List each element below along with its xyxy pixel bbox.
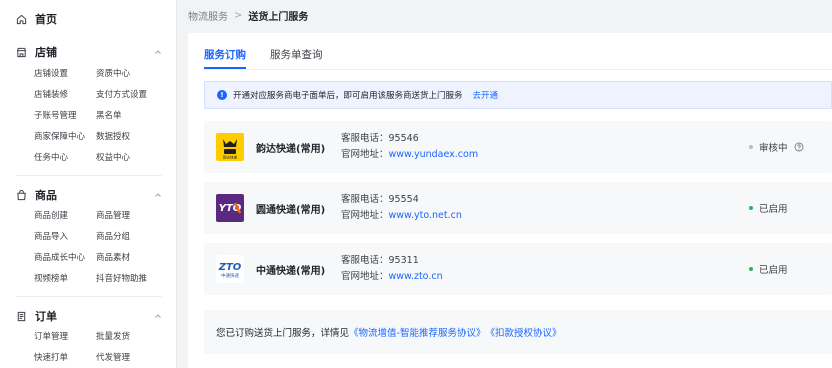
status-text: 审核中 xyxy=(759,143,788,154)
site-label: 官网地址： xyxy=(341,149,389,160)
phone-label: 客服电话： xyxy=(341,133,389,144)
site-link[interactable]: www.yto.net.cn xyxy=(389,210,462,221)
svg-text:ZTO: ZTO xyxy=(218,262,242,273)
help-circle-icon[interactable] xyxy=(794,142,804,152)
sidebar-item-store-decoration[interactable]: 店铺装修 xyxy=(34,85,96,106)
sidebar-item-store-settings[interactable]: 店铺设置 xyxy=(34,64,96,85)
sidebar-item-task-center[interactable]: 任务中心 xyxy=(34,148,96,169)
breadcrumb-parent[interactable]: 物流服务 xyxy=(188,8,228,23)
sidebar-item-goods-create[interactable]: 商品创建 xyxy=(34,206,96,227)
status-dot xyxy=(749,145,753,149)
provider-row: ZTO 中通快递 中通快递(常用) 客服电话：95311 官网地址：www.zt… xyxy=(204,243,832,295)
sidebar-item-home-label: 首页 xyxy=(35,13,57,26)
sidebar-item-goods-growth[interactable]: 商品成长中心 xyxy=(34,248,96,269)
sidebar-item-qualification[interactable]: 资质中心 xyxy=(96,64,170,85)
sidebar-item-blacklist[interactable]: 黑名单 xyxy=(96,106,170,127)
sidebar-item-video-rank[interactable]: 视频榜单 xyxy=(34,269,96,290)
phone-label: 客服电话： xyxy=(341,255,389,266)
provider-name: 韵达快递(常用) xyxy=(256,144,326,155)
chevron-up-icon[interactable] xyxy=(154,191,162,199)
sidebar-section-goods[interactable]: 商品 xyxy=(16,185,162,205)
phone-value: 95554 xyxy=(388,194,419,205)
agreement-text: 您已订购送货上门服务，详情见 xyxy=(216,328,350,339)
status-dot xyxy=(749,267,753,271)
sidebar-item-rights-center[interactable]: 权益中心 xyxy=(96,148,170,169)
sidebar-item-data-auth[interactable]: 数据授权 xyxy=(96,127,170,148)
svg-text:韵达快递: 韵达快递 xyxy=(223,155,237,160)
status-dot xyxy=(749,206,753,210)
sidebar-item-goods-material[interactable]: 商品素材 xyxy=(96,248,170,269)
provider-contact: 客服电话：95554 官网地址：www.yto.net.cn xyxy=(341,192,462,224)
sidebar-item-goods-group[interactable]: 商品分组 xyxy=(96,227,170,248)
provider-name: 圆通快递(常用) xyxy=(256,205,326,216)
tab-bar: 服务订购 服务单查询 xyxy=(204,45,323,69)
sidebar-item-payment-settings[interactable]: 支付方式设置 xyxy=(96,85,170,106)
sidebar-item-batch-ship[interactable]: 批量发货 xyxy=(96,327,170,348)
breadcrumb-separator: > xyxy=(234,9,243,21)
order-icon xyxy=(16,311,27,322)
notice-text: 开通对应服务商电子面单后，即可启用该服务商送货上门服务 xyxy=(233,91,463,101)
sidebar-store-items: 店铺设置 资质中心 店铺装修 支付方式设置 子账号管理 黑名单 商家保障中心 数… xyxy=(34,64,170,169)
info-icon: ! xyxy=(217,90,227,100)
sidebar-item-goods-import[interactable]: 商品导入 xyxy=(34,227,96,248)
sidebar-divider xyxy=(16,175,162,176)
sidebar: 首页 店铺 店铺设置 资质中心 店铺装修 支付方式设置 子账号管理 黑名单 商家… xyxy=(0,0,177,368)
breadcrumb-current: 送货上门服务 xyxy=(248,11,309,23)
status-text: 已启用 xyxy=(759,265,788,276)
sidebar-divider xyxy=(16,296,162,297)
sidebar-item-home[interactable]: 首页 xyxy=(16,9,57,29)
sidebar-section-goods-title: 商品 xyxy=(35,189,57,202)
site-label: 官网地址： xyxy=(341,271,389,282)
sidebar-section-order[interactable]: 订单 xyxy=(16,306,162,326)
tab-service-query[interactable]: 服务单查询 xyxy=(270,45,323,69)
sidebar-item-subaccount[interactable]: 子账号管理 xyxy=(34,106,96,127)
status-badge: 已启用 xyxy=(749,262,788,276)
site-label: 官网地址： xyxy=(341,210,389,221)
tab-divider xyxy=(204,69,832,70)
svg-text:中通快递: 中通快递 xyxy=(221,272,239,279)
provider-contact: 客服电话：95311 官网地址：www.zto.cn xyxy=(341,253,443,285)
provider-name: 中通快递(常用) xyxy=(256,266,326,277)
sidebar-goods-items: 商品创建 商品管理 商品导入 商品分组 商品成长中心 商品素材 视频榜单 抖音好… xyxy=(34,206,170,290)
yunda-logo: 韵达快递 xyxy=(216,133,244,161)
sidebar-section-store-title: 店铺 xyxy=(35,46,57,59)
status-badge: 已启用 xyxy=(749,201,788,215)
agreement-bar: 您已订购送货上门服务，详情见 《物流增值-智能推荐服务协议》 《扣款授权协议》 xyxy=(204,310,832,354)
store-icon xyxy=(16,47,27,58)
sidebar-item-quick-print[interactable]: 快速打单 xyxy=(34,348,96,368)
phone-value: 95546 xyxy=(388,133,419,144)
chevron-up-icon[interactable] xyxy=(154,312,162,320)
sidebar-section-order-title: 订单 xyxy=(35,310,57,323)
agreement-link-deduction[interactable]: 《扣款授权协议》 xyxy=(485,325,561,339)
breadcrumb: 物流服务 > 送货上门服务 xyxy=(188,7,308,23)
notice-open-link[interactable]: 去开通 xyxy=(473,89,499,101)
sidebar-section-store[interactable]: 店铺 xyxy=(16,42,162,62)
provider-row: 韵达快递 韵达快递(常用) 客服电话：95546 官网地址：www.yundae… xyxy=(204,121,832,173)
tab-service-order[interactable]: 服务订购 xyxy=(204,45,246,69)
site-link[interactable]: www.yundaex.com xyxy=(389,149,479,160)
notice-banner: ! 开通对应服务商电子面单后，即可启用该服务商送货上门服务 去开通 xyxy=(204,81,832,109)
provider-row: YTO 圆通快递(常用) 客服电话：95554 官网地址：www.yto.net… xyxy=(204,182,832,234)
status-badge: 审核中 xyxy=(749,140,804,154)
home-icon xyxy=(16,14,27,25)
sidebar-order-items: 订单管理 批量发货 快速打单 代发管理 xyxy=(34,327,170,368)
sidebar-item-order-manage[interactable]: 订单管理 xyxy=(34,327,96,348)
phone-label: 客服电话： xyxy=(341,194,389,205)
sidebar-item-merchant-guarantee[interactable]: 商家保障中心 xyxy=(34,127,96,148)
goods-icon xyxy=(16,189,27,201)
site-link[interactable]: www.zto.cn xyxy=(389,271,443,282)
sidebar-item-dropship[interactable]: 代发管理 xyxy=(96,348,170,368)
sidebar-item-douyin-promote[interactable]: 抖音好物助推 xyxy=(96,269,170,290)
agreement-link-recommend[interactable]: 《物流增值-智能推荐服务协议》 xyxy=(349,325,485,339)
zto-logo: ZTO 中通快递 xyxy=(216,255,244,283)
status-text: 已启用 xyxy=(759,204,788,215)
sidebar-item-goods-manage[interactable]: 商品管理 xyxy=(96,206,170,227)
chevron-up-icon[interactable] xyxy=(154,48,162,56)
yto-logo: YTO xyxy=(216,194,244,222)
main-card: 服务订购 服务单查询 ! 开通对应服务商电子面单后，即可启用该服务商送货上门服务… xyxy=(188,33,832,368)
phone-value: 95311 xyxy=(388,255,419,266)
provider-contact: 客服电话：95546 官网地址：www.yundaex.com xyxy=(341,131,478,163)
